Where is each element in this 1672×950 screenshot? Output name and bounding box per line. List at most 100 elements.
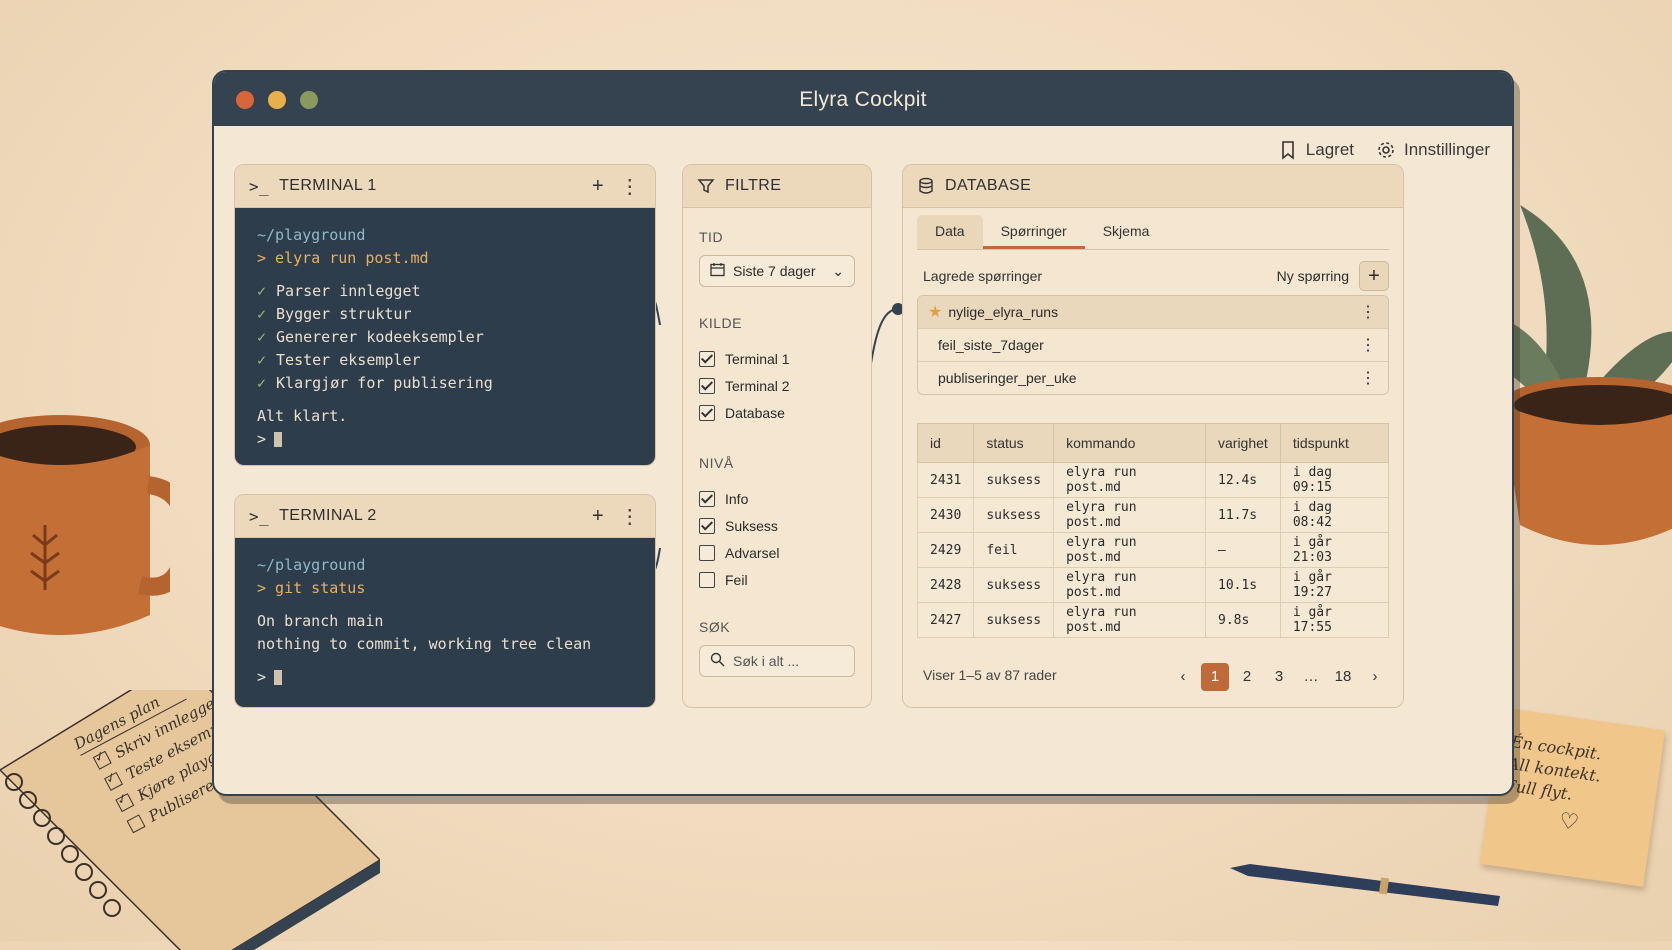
table-row[interactable]: 2429 feil elyra run post.md – i går 21:0… (916, 532, 1390, 568)
tab-queries[interactable]: Spørringer (982, 215, 1085, 249)
cell: feil (973, 532, 1055, 568)
cell: suksess (973, 567, 1055, 603)
cell: 2431 (916, 462, 975, 498)
database-header: DATABASE (903, 165, 1403, 208)
check-icon: ✓ (257, 328, 267, 346)
chevron-down-icon: ⌄ (832, 262, 844, 279)
page-button[interactable]: 1 (1201, 663, 1229, 691)
level-success-checkbox[interactable]: Suksess (699, 518, 778, 534)
add-terminal-button[interactable]: + (587, 175, 609, 198)
terminal-prompt[interactable]: > (257, 666, 633, 689)
results-table: id status kommando varighet tidspunkt 24… (916, 423, 1390, 638)
terminal-prompt[interactable]: > (257, 428, 633, 451)
source-database-checkbox[interactable]: Database (699, 405, 785, 421)
saved-queries-list: ★ nylige_elyra_runs ⋮ feil_siste_7dager … (917, 295, 1389, 395)
terminal-output-line: On branch main (257, 612, 384, 630)
check-icon: ✓ (257, 282, 267, 300)
level-label: NIVÅ (699, 455, 734, 471)
saved-query-item[interactable]: ★ nylige_elyra_runs ⋮ (918, 296, 1388, 328)
saved-query-item[interactable]: feil_siste_7dager ⋮ (918, 328, 1388, 361)
cell: i dag 09:15 (1279, 462, 1390, 498)
page-button[interactable]: 18 (1329, 663, 1357, 691)
cell: elyra run post.md (1053, 532, 1206, 568)
cell: 12.4s (1205, 462, 1281, 498)
cursor-icon (274, 432, 283, 447)
pagination-summary: Viser 1–5 av 87 rader (923, 667, 1057, 683)
calendar-icon (710, 262, 725, 280)
new-query-label: Ny spørring (1276, 268, 1349, 284)
more-options-icon[interactable]: ⋮ (619, 504, 641, 529)
terminal-output-line: nothing to commit, working tree clean (257, 635, 592, 653)
cell: elyra run post.md (1053, 602, 1206, 638)
filter-icon (697, 177, 715, 195)
level-error-checkbox[interactable]: Feil (699, 572, 748, 588)
check-icon: ✓ (257, 305, 267, 323)
page-button[interactable]: 3 (1265, 663, 1293, 691)
terminal-2-output[interactable]: ~/playground > git status On branch main… (235, 538, 655, 707)
table-row[interactable]: 2427 suksess elyra run post.md 9.8s i gå… (916, 602, 1390, 638)
previous-page-icon[interactable]: ‹ (1169, 663, 1197, 691)
database-panel: DATABASE Data Spørringer Skjema Lagrede … (902, 164, 1404, 708)
level-warning-checkbox[interactable]: Advarsel (699, 545, 779, 561)
table-row[interactable]: 2431 suksess elyra run post.md 12.4s i d… (916, 462, 1390, 498)
cell: suksess (973, 497, 1055, 533)
terminal-done: Alt klart. (257, 407, 348, 425)
column-header[interactable]: kommando (1053, 423, 1206, 463)
table-header-row: id status kommando varighet tidspunkt (916, 423, 1390, 463)
more-options-icon[interactable]: ⋮ (1360, 335, 1376, 355)
column-header[interactable]: varighet (1205, 423, 1281, 463)
more-options-icon[interactable]: ⋮ (619, 174, 641, 199)
level-info-checkbox[interactable]: Info (699, 491, 748, 507)
settings-button[interactable]: Innstillinger (1376, 140, 1490, 160)
column-header[interactable]: tidspunkt (1279, 423, 1390, 463)
search-icon (710, 652, 725, 670)
database-tabs: Data Spørringer Skjema (917, 215, 1389, 250)
cell: 9.8s (1205, 602, 1281, 638)
page-button[interactable]: 2 (1233, 663, 1261, 691)
time-range-select[interactable]: Siste 7 dager ⌄ (699, 255, 855, 287)
source-label: KILDE (699, 315, 742, 331)
cell: i går 21:03 (1279, 532, 1390, 568)
saved-query-item[interactable]: publiseringer_per_uke ⋮ (918, 361, 1388, 394)
database-title: DATABASE (945, 177, 1032, 194)
next-page-icon[interactable]: › (1361, 663, 1389, 691)
table-row[interactable]: 2430 suksess elyra run post.md 11.7s i d… (916, 497, 1390, 533)
filters-title: FILTRE (725, 177, 782, 194)
cell: 2429 (916, 532, 975, 568)
page-ellipsis: … (1303, 668, 1319, 685)
table-row[interactable]: 2428 suksess elyra run post.md 10.1s i g… (916, 567, 1390, 603)
source-terminal-2-checkbox[interactable]: Terminal 2 (699, 378, 790, 394)
terminal-command: > git status (257, 579, 366, 597)
tab-schema[interactable]: Skjema (1085, 215, 1168, 249)
terminal-1-output[interactable]: ~/playground > elyra run post.md ✓ Parser… (235, 208, 655, 465)
saved-queries-label: Lagrede spørringer (923, 268, 1043, 284)
column-header[interactable]: status (973, 423, 1055, 463)
saved-button[interactable]: Lagret (1278, 140, 1354, 160)
search-input[interactable]: Søk i alt ... (699, 645, 855, 677)
tab-data[interactable]: Data (917, 215, 983, 249)
cell: elyra run post.md (1053, 462, 1206, 498)
terminal-step: ✓ Genererer kodeeksempler (257, 328, 484, 346)
cell: 2427 (916, 602, 975, 638)
filters-header: FILTRE (683, 165, 871, 208)
cell: suksess (973, 602, 1055, 638)
star-icon: ★ (928, 304, 943, 321)
add-query-button[interactable]: + (1359, 261, 1389, 291)
more-options-icon[interactable]: ⋮ (1360, 302, 1376, 322)
top-toolbar: Lagret Innstillinger (1278, 140, 1490, 160)
potted-plant-illustration (1500, 205, 1672, 545)
window-title: Elyra Cockpit (799, 88, 927, 111)
terminal-1-title: TERMINAL 1 (279, 177, 377, 194)
terminal-step: ✓ Tester eksempler (257, 351, 421, 369)
check-icon: ✓ (257, 351, 267, 369)
column-header[interactable]: id (916, 423, 975, 463)
bookmark-icon (1281, 141, 1294, 160)
cell: – (1205, 532, 1281, 568)
add-terminal-button[interactable]: + (587, 505, 609, 528)
more-options-icon[interactable]: ⋮ (1360, 368, 1376, 388)
coffee-mug-illustration (0, 415, 170, 635)
cell: i går 19:27 (1279, 567, 1390, 603)
time-range-value: Siste 7 dager (733, 263, 816, 279)
cell: 2428 (916, 567, 975, 603)
source-terminal-1-checkbox[interactable]: Terminal 1 (699, 351, 790, 367)
